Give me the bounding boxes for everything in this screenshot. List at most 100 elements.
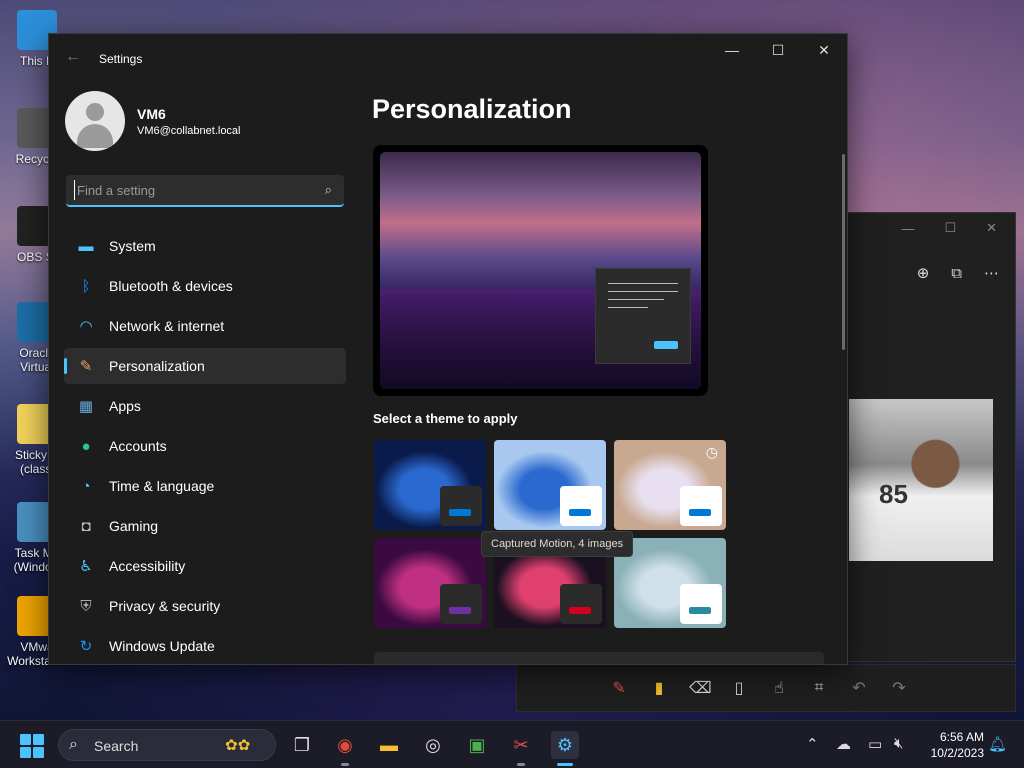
touch-writing-icon[interactable]: ☝ bbox=[769, 678, 789, 698]
shield-icon: ⛨ bbox=[80, 597, 92, 615]
theme-window-swatch bbox=[680, 584, 722, 624]
sidebar-item-gaming[interactable]: ◘ Gaming bbox=[64, 508, 346, 544]
settings-icon[interactable]: ⚙ bbox=[551, 731, 579, 766]
onedrive-icon[interactable]: ☁ bbox=[836, 735, 851, 753]
page-title: Personalization bbox=[372, 94, 572, 124]
start-button[interactable] bbox=[20, 734, 44, 758]
next-section-card[interactable] bbox=[374, 652, 824, 664]
search-input[interactable] bbox=[74, 180, 304, 200]
clock[interactable]: 6:56 AM 10/2/2023 bbox=[922, 729, 984, 761]
highlighter-icon[interactable]: ▮ bbox=[649, 678, 669, 698]
sidebar-item-bluetooth-devices[interactable]: ᛒ Bluetooth & devices bbox=[64, 268, 346, 304]
sidebar-item-time-language[interactable]: ◔ Time & language bbox=[64, 468, 346, 504]
theme-section-label: Select a theme to apply bbox=[373, 411, 518, 426]
globe-clock-icon: ◔ bbox=[81, 477, 91, 495]
copy-icon[interactable]: ⧉ bbox=[951, 265, 962, 282]
maximize-icon[interactable]: ☐ bbox=[944, 220, 956, 236]
theme-window-swatch bbox=[560, 584, 602, 624]
theme-window-swatch bbox=[560, 486, 602, 526]
sidebar-item-label: System bbox=[109, 238, 156, 254]
monitor-icon: ▬ bbox=[78, 237, 94, 255]
notification-bell-icon[interactable]: 🔔︎ bbox=[988, 735, 1007, 753]
theme-card[interactable]: ◷ bbox=[614, 440, 726, 530]
sidebar-item-label: Windows Update bbox=[109, 638, 215, 654]
avatar[interactable] bbox=[65, 91, 125, 151]
tooltip: Captured Motion, 4 images bbox=[481, 531, 634, 557]
settings-window: ← Settings — ☐ ✕ VM6 VM6@collabnet.local… bbox=[48, 33, 848, 665]
theme-card[interactable] bbox=[374, 538, 486, 628]
sidebar-item-label: Apps bbox=[109, 398, 141, 414]
search-icon[interactable]: ⌕ bbox=[325, 182, 332, 198]
sidebar-item-label: Accessibility bbox=[109, 558, 186, 574]
brush-icon: ✎ bbox=[79, 358, 93, 375]
eraser-icon[interactable]: ⌫ bbox=[689, 678, 712, 698]
snipping-icon[interactable]: ✂ bbox=[507, 731, 535, 766]
obs-icon[interactable]: ◎ bbox=[419, 731, 447, 759]
sidebar-item-label: Time & language bbox=[109, 478, 215, 494]
wifi-icon: ◠ bbox=[79, 318, 93, 335]
taskbar: ⌕ Search ✿✿ ❐ ◉ ▬ ◎ ▣ ✂ ⚙ ⌃ ☁ ▭ 🔇︎ 6:56 … bbox=[0, 720, 1024, 768]
controller-icon: ◘ bbox=[81, 517, 91, 535]
ruler-icon[interactable]: ▯ bbox=[729, 678, 749, 698]
sidebar-item-apps[interactable]: ▦ Apps bbox=[64, 388, 346, 424]
sidebar-item-accessibility[interactable]: ♿︎ Accessibility bbox=[64, 548, 346, 584]
redo-icon[interactable]: ↷ bbox=[889, 678, 909, 698]
clock-time: 6:56 AM bbox=[939, 730, 984, 744]
theme-window-swatch bbox=[440, 584, 482, 624]
chrome-icon[interactable]: ◉ bbox=[331, 731, 359, 766]
preview-window-mock bbox=[595, 268, 691, 364]
theme-preview bbox=[373, 145, 708, 396]
sidebar-item-label: Gaming bbox=[109, 518, 159, 534]
sidebar-item-network-internet[interactable]: ◠ Network & internet bbox=[64, 308, 346, 344]
clock-date: 10/2/2023 bbox=[930, 746, 984, 760]
sidebar-item-windows-update[interactable]: ↻ Windows Update bbox=[64, 628, 346, 664]
theme-card[interactable] bbox=[374, 440, 486, 530]
file-explorer-icon[interactable]: ▬ bbox=[375, 731, 403, 759]
scrollbar[interactable] bbox=[842, 154, 845, 350]
sidebar-item-privacy-security[interactable]: ⛨ Privacy & security bbox=[64, 588, 346, 624]
network-icon[interactable]: ▭ bbox=[868, 735, 882, 753]
pen-icon[interactable]: ✎ bbox=[609, 678, 629, 698]
app-title: Settings bbox=[99, 52, 143, 66]
accessibility-icon: ♿︎ bbox=[79, 558, 93, 575]
zoom-in-icon[interactable]: ⊕ bbox=[917, 264, 930, 282]
task-view-icon[interactable]: ❐ bbox=[288, 731, 316, 759]
flowers-icon: ✿✿ bbox=[225, 737, 251, 754]
photo-image: 85 bbox=[849, 399, 993, 561]
minimize-button[interactable]: — bbox=[709, 34, 755, 66]
user-email: VM6@collabnet.local bbox=[137, 125, 241, 137]
photo-jersey-number: 85 bbox=[879, 479, 908, 509]
sidebar-item-label: Privacy & security bbox=[109, 598, 221, 614]
search-icon: ⌕ bbox=[69, 736, 78, 753]
minimize-icon[interactable]: — bbox=[901, 221, 914, 236]
undo-icon[interactable]: ↶ bbox=[849, 678, 869, 698]
volume-muted-icon[interactable]: 🔇︎ bbox=[894, 735, 903, 752]
more-icon[interactable]: ⋯ bbox=[984, 264, 999, 282]
theme-window-swatch bbox=[440, 486, 482, 526]
close-icon[interactable]: ✕ bbox=[986, 220, 997, 236]
taskbar-search-label: Search bbox=[94, 738, 139, 754]
sidebar-item-system[interactable]: ▬ System bbox=[64, 228, 346, 264]
apps-icon: ▦ bbox=[78, 398, 94, 415]
theme-card[interactable] bbox=[494, 440, 606, 530]
title-bar: ← Settings — ☐ ✕ bbox=[49, 34, 847, 82]
sidebar-nav: ▬ System ᛒ Bluetooth & devices ◠ Network & in… bbox=[64, 228, 346, 664]
taskbar-search[interactable]: ⌕ Search ✿✿ bbox=[58, 729, 276, 761]
sidebar-item-label: Personalization bbox=[109, 358, 205, 374]
maximize-button[interactable]: ☐ bbox=[755, 34, 801, 66]
sidebar-item-personalization[interactable]: ✎ Personalization bbox=[64, 348, 346, 384]
user-name: VM6 bbox=[137, 106, 166, 122]
search-box[interactable]: ⌕ bbox=[66, 175, 344, 207]
close-button[interactable]: ✕ bbox=[801, 34, 847, 66]
sidebar-item-label: Network & internet bbox=[109, 318, 225, 334]
sidebar-item-label: Bluetooth & devices bbox=[109, 278, 233, 294]
arrow-left-icon[interactable]: ← bbox=[65, 48, 81, 66]
person-icon: ● bbox=[81, 437, 91, 455]
crop-icon[interactable]: ⌗ bbox=[809, 679, 829, 697]
sidebar-item-label: Accounts bbox=[109, 438, 167, 454]
bluetooth-icon: ᛒ bbox=[81, 277, 91, 295]
monitor-app-icon[interactable]: ▣ bbox=[463, 731, 491, 759]
photos-window[interactable]: — ☐ ✕ ⊕ ⧉ ⋯ 85 bbox=[846, 212, 1016, 662]
sidebar-item-accounts[interactable]: ● Accounts bbox=[64, 428, 346, 464]
chevron-up-icon[interactable]: ⌃ bbox=[806, 735, 819, 753]
